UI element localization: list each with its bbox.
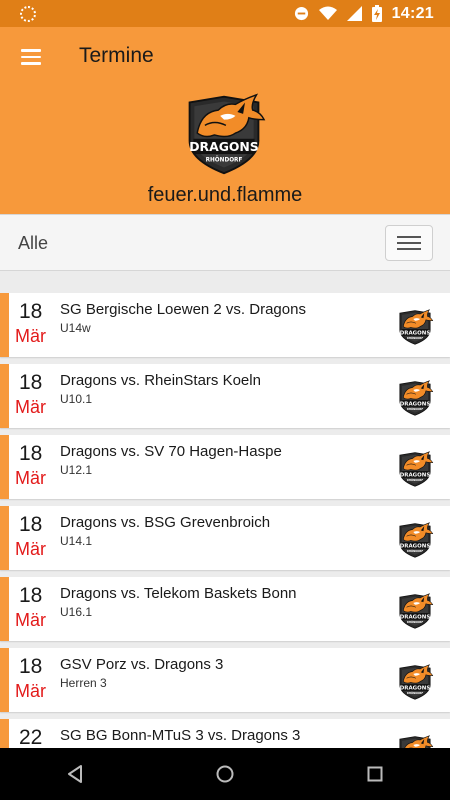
event-team: U16.1 <box>60 605 93 619</box>
event-month: Mär <box>15 539 46 559</box>
event-month: Mär <box>15 681 46 701</box>
event-day: 18 <box>19 300 43 323</box>
header-banner: feuer.und.flamme <box>0 87 450 214</box>
event-month: Mär <box>15 326 46 346</box>
event-day: 22 <box>19 726 43 748</box>
event-title: Dragons vs. BSG Grevenbroich <box>60 514 271 531</box>
event-list: 18 Mär SG Bergische Loewen 2 vs. Dragons… <box>0 293 450 748</box>
event-team: U10.1 <box>60 392 93 406</box>
event-day: 18 <box>19 442 43 465</box>
status-time: 14:21 <box>391 4 434 22</box>
recents-button[interactable] <box>345 748 405 800</box>
menu-button[interactable] <box>12 39 50 75</box>
event-day: 18 <box>19 655 43 678</box>
do-not-disturb-icon <box>294 6 309 21</box>
app-screen: 14:21 Termine feuer.und.flamme Alle 18 M… <box>0 0 450 800</box>
dragons-logo <box>394 591 436 631</box>
dragons-logo <box>176 91 272 177</box>
status-bar: 14:21 <box>0 0 450 27</box>
event-team: Herren 3 <box>60 676 107 690</box>
event-title: Dragons vs. RheinStars Koeln <box>60 372 261 389</box>
event-title: Dragons vs. SV 70 Hagen-Haspe <box>60 443 282 460</box>
event-month: Mär <box>15 397 46 417</box>
event-item[interactable]: 18 Mär Dragons vs. RheinStars Koeln U10.… <box>0 364 450 428</box>
event-team: U14w <box>60 321 91 335</box>
dragons-logo <box>394 449 436 489</box>
filter-bar: Alle <box>0 214 450 271</box>
event-day: 18 <box>19 513 43 536</box>
event-title: Dragons vs. Telekom Baskets Bonn <box>60 585 297 602</box>
battery-charging-icon <box>371 5 382 22</box>
event-item[interactable]: 18 Mär GSV Porz vs. Dragons 3 Herren 3 <box>0 648 450 712</box>
notification-icon <box>20 6 36 22</box>
event-team: U14.1 <box>60 534 93 548</box>
event-month: Mär <box>15 468 46 488</box>
app-bar: Termine <box>0 27 450 87</box>
dragons-logo <box>394 378 436 418</box>
event-item[interactable]: 18 Mär Dragons vs. Telekom Baskets Bonn … <box>0 577 450 641</box>
dragons-logo <box>394 733 436 748</box>
event-item[interactable]: 18 Mär Dragons vs. SV 70 Hagen-Haspe U12… <box>0 435 450 499</box>
event-title: SG BG Bonn-MTuS 3 vs. Dragons 3 <box>60 727 301 744</box>
signal-icon <box>346 6 362 21</box>
wifi-icon <box>318 6 337 21</box>
event-item[interactable]: 22 SG BG Bonn-MTuS 3 vs. Dragons 3 <box>0 719 450 748</box>
home-button[interactable] <box>195 748 255 800</box>
event-title: GSV Porz vs. Dragons 3 <box>60 656 224 673</box>
event-team: U12.1 <box>60 463 93 477</box>
dragons-logo <box>394 307 436 347</box>
back-icon <box>68 765 82 783</box>
event-title: SG Bergische Loewen 2 vs. Dragons <box>60 301 306 318</box>
event-day: 18 <box>19 584 43 607</box>
filter-selected-label: Alle <box>18 233 49 253</box>
system-nav-bar <box>0 748 450 800</box>
back-button[interactable] <box>45 748 105 800</box>
dragons-logo <box>394 662 436 702</box>
tagline: feuer.und.flamme <box>147 184 303 206</box>
dragons-logo <box>394 520 436 560</box>
recents-icon <box>367 766 383 782</box>
event-day: 18 <box>19 371 43 394</box>
filter-toggle-button[interactable] <box>385 225 433 261</box>
home-icon <box>216 765 234 783</box>
event-month: Mär <box>15 610 46 630</box>
page-title: Termine <box>79 44 154 67</box>
event-item[interactable]: 18 Mär Dragons vs. BSG Grevenbroich U14.… <box>0 506 450 570</box>
event-item[interactable]: 18 Mär SG Bergische Loewen 2 vs. Dragons… <box>0 293 450 357</box>
